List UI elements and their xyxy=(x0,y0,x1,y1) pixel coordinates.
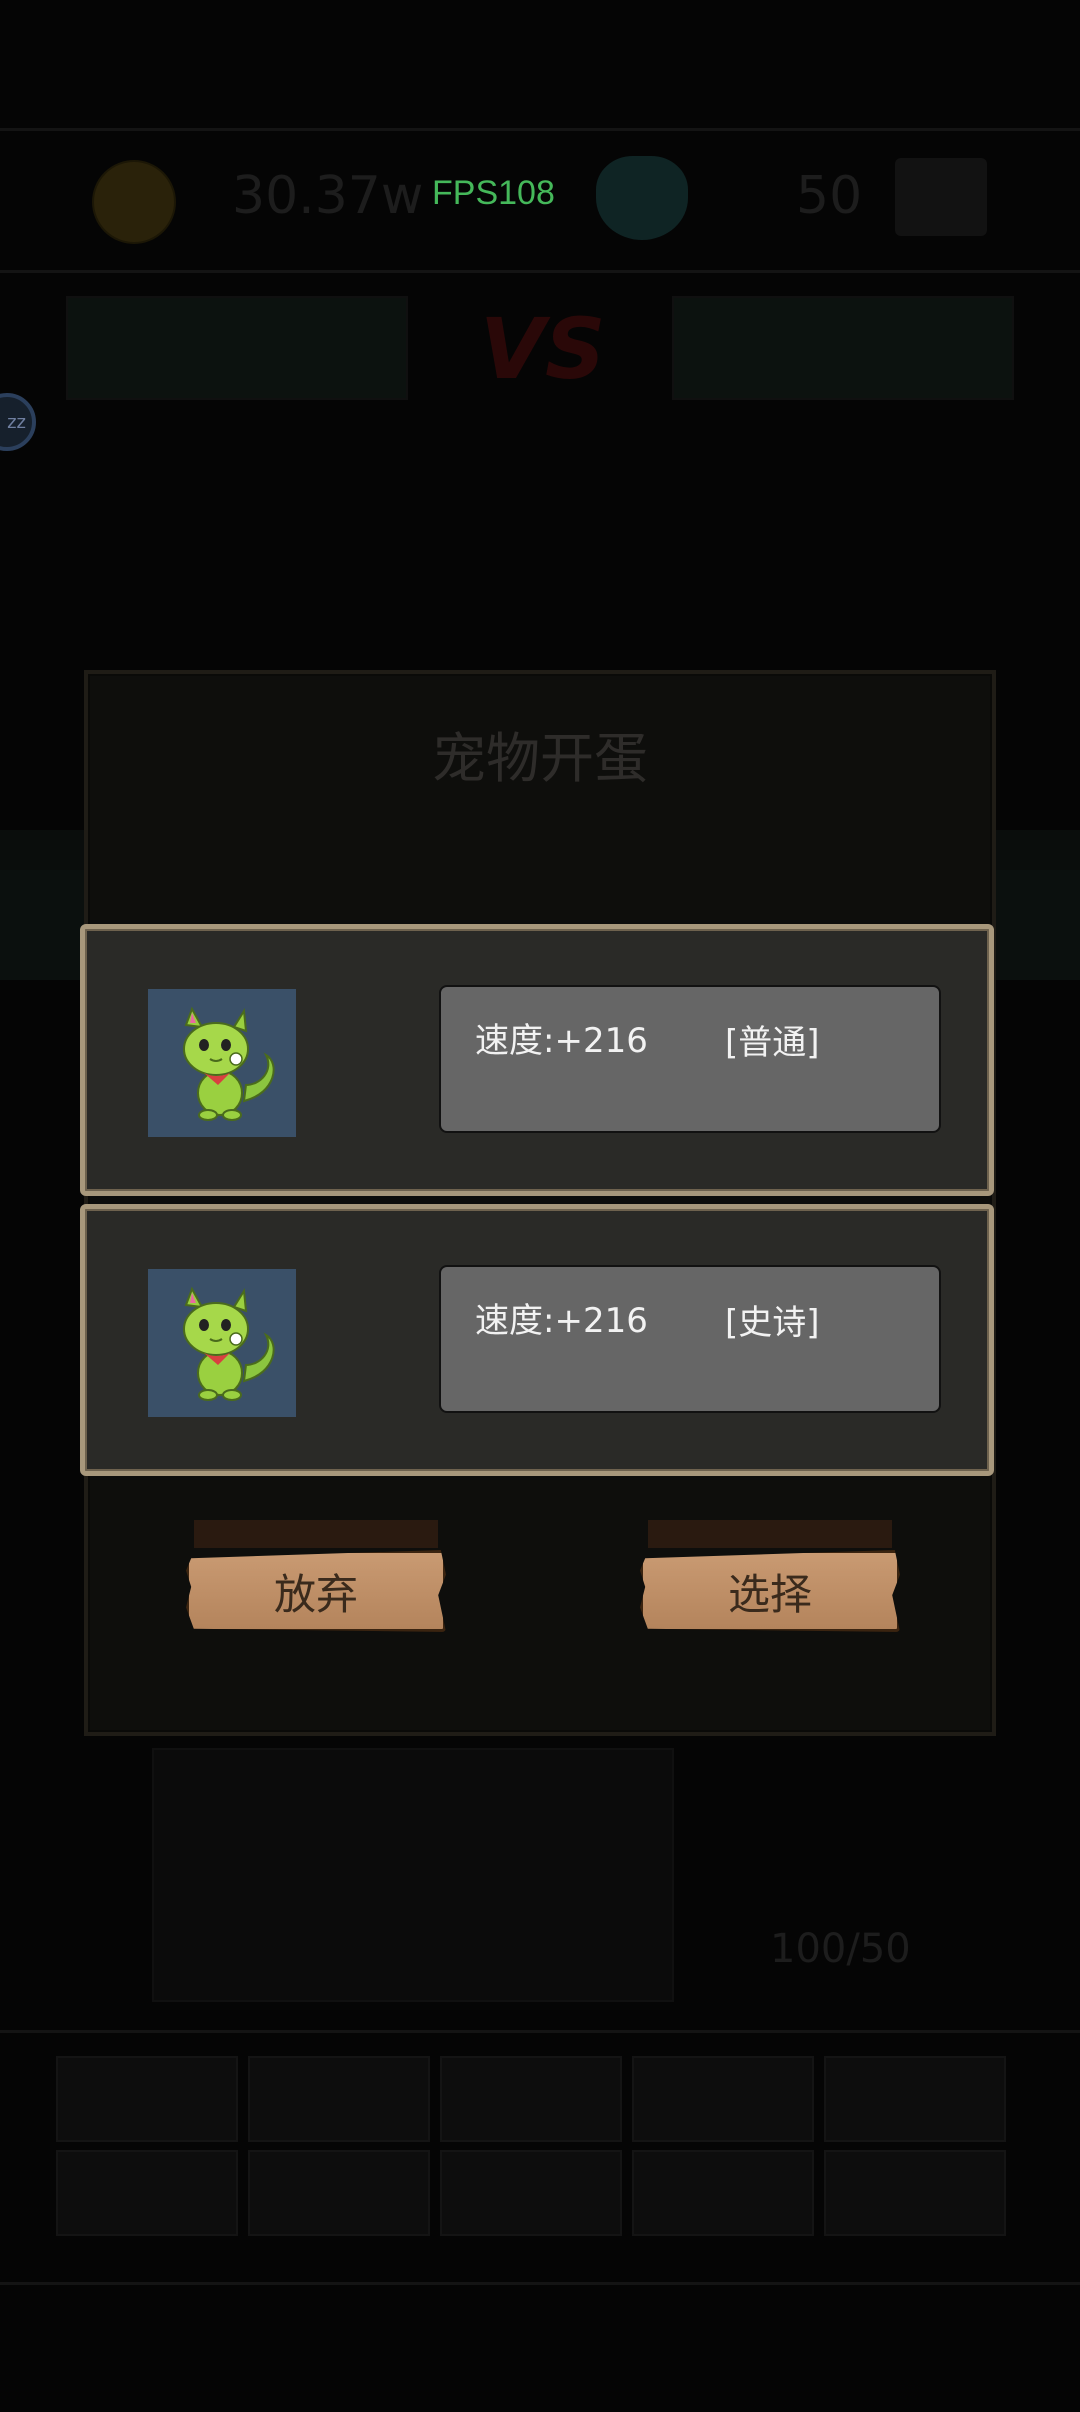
menu-cell[interactable] xyxy=(824,2056,1006,2142)
green-cat-pet-icon xyxy=(148,989,296,1137)
coin-icon xyxy=(92,160,176,244)
button-shadow xyxy=(194,1520,438,1548)
divider xyxy=(0,2282,1080,2285)
green-cat-pet-icon xyxy=(148,1269,296,1417)
rarity-label: [史诗] xyxy=(725,1303,820,1343)
fps-counter: FPS108 xyxy=(432,174,555,212)
menu-cell[interactable] xyxy=(56,2150,238,2236)
add-gem-button[interactable] xyxy=(895,158,987,236)
select-label: 选择 xyxy=(727,1569,812,1619)
menu-cell[interactable] xyxy=(56,2056,238,2142)
side-chat-bubble[interactable]: zz xyxy=(0,393,36,451)
stat-box: 速度:+216 [普通] xyxy=(439,985,941,1133)
select-button-plank[interactable]: 选择 xyxy=(640,1550,900,1632)
pet-option-card[interactable]: 速度:+216 [普通] xyxy=(80,924,994,1196)
menu-cell[interactable] xyxy=(248,2150,430,2236)
pet-sprite xyxy=(183,1286,275,1401)
abandon-label: 放弃 xyxy=(273,1569,358,1619)
menu-cell[interactable] xyxy=(248,2056,430,2142)
coin-amount: 30.37w xyxy=(232,166,424,226)
stat-box: 速度:+216 [史诗] xyxy=(439,1265,941,1413)
menu-cell[interactable] xyxy=(632,2150,814,2236)
stat-speed-label: 速度:+216 xyxy=(475,1021,648,1061)
divider xyxy=(0,270,1080,273)
abandon-button-plank[interactable]: 放弃 xyxy=(186,1550,446,1632)
vs-label: VS xyxy=(480,300,606,398)
select-button[interactable]: 选择 xyxy=(640,1520,900,1644)
pet-sprite xyxy=(183,1006,275,1121)
egg-hatch-dialog: 宠物开蛋 放弃 选择 xyxy=(84,670,996,1736)
stat-speed-label: 速度:+216 xyxy=(475,1301,648,1341)
gem-icon xyxy=(596,156,688,240)
button-shadow xyxy=(648,1520,892,1548)
menu-cell[interactable] xyxy=(440,2056,622,2142)
pet-option-card[interactable]: 速度:+216 [史诗] xyxy=(80,1204,994,1476)
menu-cell[interactable] xyxy=(632,2056,814,2142)
capacity-counter: 100/50 xyxy=(770,1926,911,1972)
abandon-button[interactable]: 放弃 xyxy=(186,1520,446,1644)
divider xyxy=(0,2030,1080,2033)
menu-cell[interactable] xyxy=(824,2150,1006,2236)
stats-panel xyxy=(152,1748,674,2002)
menu-cell[interactable] xyxy=(440,2150,622,2236)
dialog-title: 宠物开蛋 xyxy=(432,727,648,790)
gem-amount: 50 xyxy=(796,166,863,226)
player-team-panel xyxy=(66,296,408,400)
rarity-label: [普通] xyxy=(725,1023,820,1063)
enemy-team-panel xyxy=(672,296,1014,400)
divider xyxy=(0,128,1080,131)
